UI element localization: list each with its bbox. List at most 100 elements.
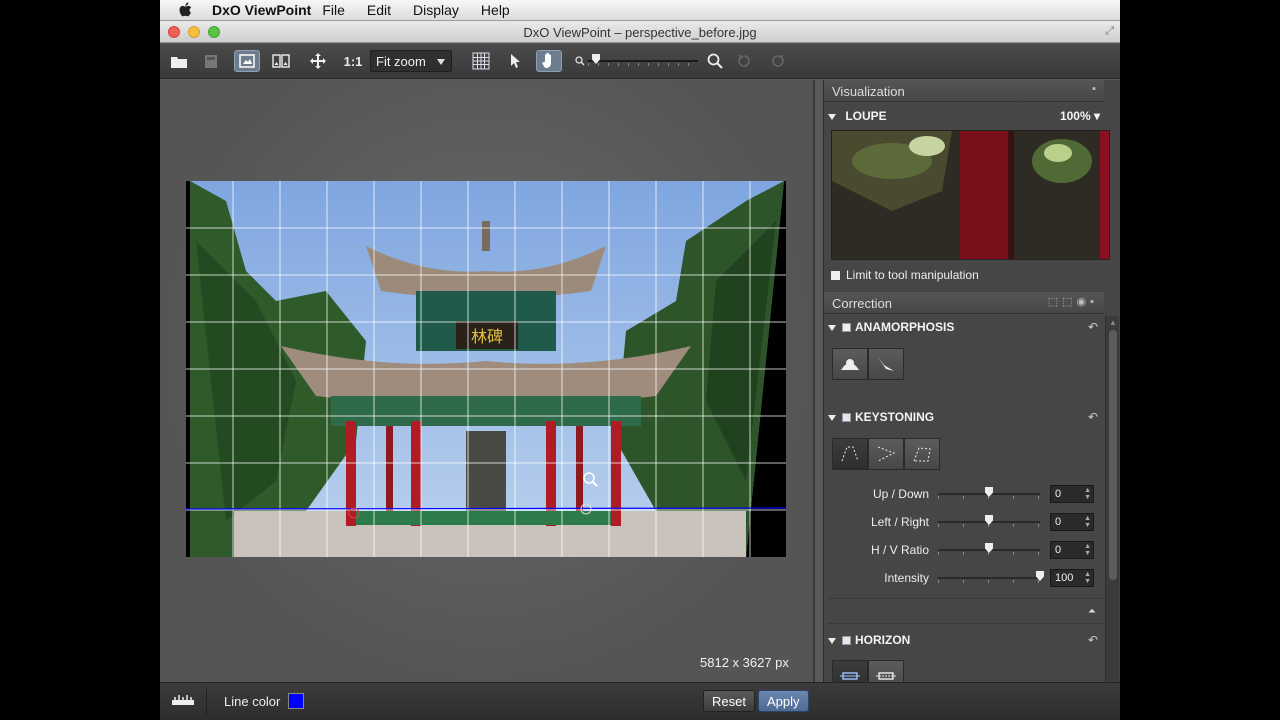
checkbox-box[interactable] <box>831 271 840 281</box>
panel-scrollbar[interactable]: ▲ <box>1105 316 1119 682</box>
keystone-vertical-button[interactable] <box>832 438 868 470</box>
keystoning-section-header[interactable]: KEYSTONING ↶ <box>828 410 1104 424</box>
save-icon[interactable] <box>200 50 222 72</box>
anamorphosis-checkbox[interactable] <box>842 323 851 333</box>
anamorphosis-custom-button[interactable] <box>868 348 904 380</box>
window-title: DxO ViewPoint – perspective_before.jpg <box>523 25 757 40</box>
grid-toggle-button[interactable] <box>468 50 494 72</box>
slider-hv-ratio: H / V Ratio 0 ▲ ▼ <box>824 540 1104 560</box>
reset-button[interactable]: Reset <box>703 690 755 712</box>
pavilion-photo: 林碑 <box>186 181 786 557</box>
limit-to-tool-checkbox[interactable]: Limit to tool manipulation <box>831 268 979 282</box>
keystone-horizontal-button[interactable] <box>868 438 904 470</box>
keystone-rectangle-button[interactable] <box>904 438 940 470</box>
select-arrow-icon[interactable] <box>506 50 526 72</box>
menu-bar: DxO ViewPoint File Edit Display Help <box>160 0 1120 21</box>
disclosure-triangle-icon[interactable] <box>828 113 836 120</box>
slider-label: Left / Right <box>870 515 929 529</box>
slider-value-field[interactable]: 0 ▲ ▼ <box>1050 513 1094 531</box>
title-bar: DxO ViewPoint – perspective_before.jpg ⤢ <box>160 21 1120 43</box>
reset-section-icon[interactable]: ↶ <box>1088 320 1098 334</box>
line-color-label: Line color <box>224 694 281 709</box>
correction-header[interactable]: Correction ⬚⬚◉▪ <box>824 292 1104 314</box>
stepper-icon[interactable]: ▲ ▼ <box>1084 543 1091 557</box>
zoom-mode-select[interactable]: Fit zoom <box>370 50 452 72</box>
loupe-zoom-select[interactable]: 100% ▾ <box>1060 109 1100 123</box>
undo-icon[interactable] <box>734 50 754 72</box>
loupe-zoom-value: 100% <box>1059 109 1091 123</box>
anamorphosis-tool-buttons <box>832 348 904 380</box>
menu-file[interactable]: File <box>311 2 356 18</box>
zoom-mode-value: Fit zoom <box>376 54 426 69</box>
fullscreen-icon[interactable]: ⤢ <box>1105 25 1114 38</box>
scrollbar-thumb[interactable] <box>1109 330 1117 580</box>
toolbar: 1:1 Fit zoom <box>160 44 1120 79</box>
move-icon[interactable] <box>306 50 330 72</box>
correction-title: Correction <box>832 296 892 311</box>
collapse-icon[interactable]: ⏶ <box>1088 606 1096 617</box>
apply-button[interactable]: Apply <box>758 690 809 712</box>
divider <box>206 687 207 717</box>
svg-text:林碑: 林碑 <box>471 327 503 346</box>
stepper-icon[interactable]: ▲ ▼ <box>1084 571 1091 585</box>
line-color-swatch[interactable] <box>288 693 304 709</box>
scroll-up-icon[interactable]: ▲ <box>1109 318 1117 327</box>
right-panel: Visualization ▪ LOUPE 100% ▾ Limit to to… <box>823 80 1120 692</box>
slider-left-right: Left / Right 0 ▲ ▼ <box>824 512 1104 532</box>
horizon-checkbox[interactable] <box>842 636 851 646</box>
slider-up-down: Up / Down 0 ▲ ▼ <box>824 484 1104 504</box>
loupe-label: LOUPE <box>845 109 887 123</box>
limit-label: Limit to tool manipulation <box>846 268 979 282</box>
slider-label: H / V Ratio <box>870 543 929 557</box>
zoom-out-icon[interactable] <box>574 50 586 72</box>
zoom-slider[interactable] <box>588 54 698 66</box>
photo-preview[interactable]: 林碑 <box>186 181 786 557</box>
zoom-100-button[interactable]: 1:1 <box>340 50 366 72</box>
image-size-label: 5812 x 3627 px <box>700 655 789 670</box>
single-view-button[interactable] <box>234 50 260 72</box>
image-canvas[interactable]: 林碑 5812 x 3627 px <box>160 80 815 682</box>
disclosure-triangle-icon[interactable] <box>828 637 836 644</box>
reset-section-icon[interactable]: ↶ <box>1088 410 1098 424</box>
menu-help[interactable]: Help <box>470 2 521 18</box>
zoom-in-icon[interactable] <box>706 50 724 72</box>
anamorphosis-label: ANAMORPHOSIS <box>855 320 955 334</box>
horizon-label: HORIZON <box>855 633 911 647</box>
slider-label: Up / Down <box>872 487 929 501</box>
loupe-preview <box>831 130 1110 260</box>
redo-icon[interactable] <box>768 50 788 72</box>
anamorphosis-face-button[interactable] <box>832 348 868 380</box>
visualization-header[interactable]: Visualization ▪ <box>824 80 1104 102</box>
anamorphosis-section-header[interactable]: ANAMORPHOSIS ↶ <box>828 320 1104 334</box>
compare-view-button[interactable] <box>268 50 294 72</box>
keystoning-label: KEYSTONING <box>855 410 935 424</box>
apple-icon[interactable] <box>178 2 192 18</box>
slider-label: Intensity <box>884 571 929 585</box>
slider-value-field[interactable]: 0 ▲ ▼ <box>1050 541 1094 559</box>
menu-app-name[interactable]: DxO ViewPoint <box>204 2 311 18</box>
slider-value: 100 <box>1055 572 1074 584</box>
slider-value: 0 <box>1055 516 1062 528</box>
slider-value-field[interactable]: 100 ▲ ▼ <box>1050 569 1094 587</box>
slider-track[interactable] <box>938 577 1040 579</box>
section-divider <box>828 623 1104 624</box>
slider-value-field[interactable]: 0 ▲ ▼ <box>1050 485 1094 503</box>
hand-tool-button[interactable] <box>536 50 562 72</box>
loupe-section-header[interactable]: LOUPE 100% ▾ <box>828 109 1104 123</box>
slider-intensity: Intensity 100 ▲ ▼ <box>824 568 1104 588</box>
keystoning-checkbox[interactable] <box>842 413 851 423</box>
menu-edit[interactable]: Edit <box>356 2 402 18</box>
menu-display[interactable]: Display <box>402 2 470 18</box>
disclosure-triangle-icon[interactable] <box>828 324 836 331</box>
slider-value: 0 <box>1055 488 1062 500</box>
correction-header-icons[interactable]: ⬚⬚◉▪ <box>1048 295 1098 308</box>
slider-value: 0 <box>1055 544 1062 556</box>
disclosure-triangle-icon[interactable] <box>828 414 836 421</box>
stepper-icon[interactable]: ▲ ▼ <box>1084 515 1091 529</box>
reset-section-icon[interactable]: ↶ <box>1088 633 1098 647</box>
ruler-icon[interactable] <box>172 695 194 707</box>
pin-icon[interactable]: ▪ <box>1092 83 1096 95</box>
horizon-section-header[interactable]: HORIZON ↶ <box>828 633 1104 647</box>
open-folder-icon[interactable] <box>166 50 192 72</box>
stepper-icon[interactable]: ▲ ▼ <box>1084 487 1091 501</box>
